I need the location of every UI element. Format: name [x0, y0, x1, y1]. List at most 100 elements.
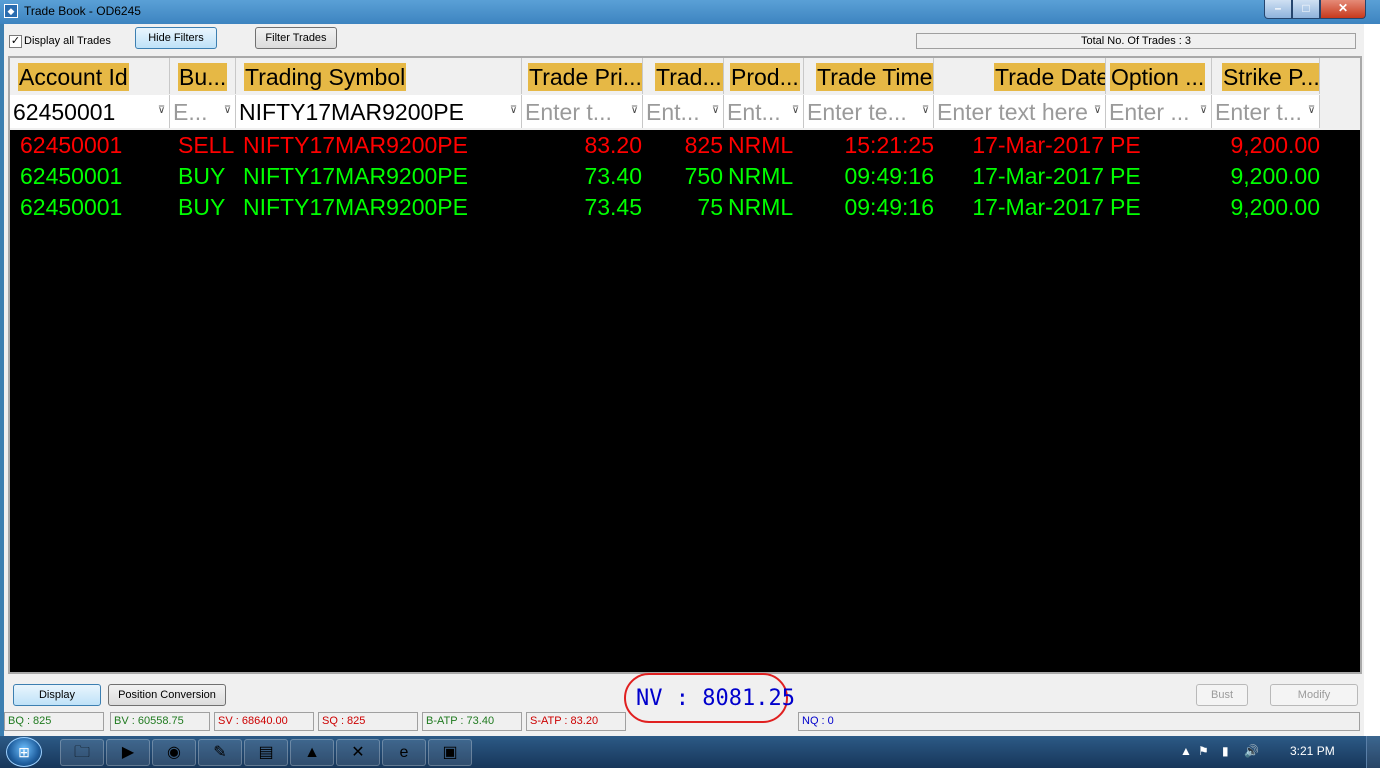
table-row[interactable]: 62450001 BUY NIFTY17MAR9200PE 73.40 750 NRML 0…	[10, 161, 1360, 192]
filter-input-trade-qty[interactable]: Ent... ⊽	[643, 95, 724, 128]
cell-trade-date: 17-Mar-2017	[972, 163, 1104, 189]
show-desktop-button[interactable]	[1366, 736, 1380, 768]
start-button[interactable]: ⊞	[6, 737, 42, 767]
filter-input-strike-price[interactable]: Enter t... ⊽	[1212, 95, 1320, 128]
status-batp: B-ATP : 73.40	[422, 712, 522, 731]
table-row[interactable]: 62450001 BUY NIFTY17MAR9200PE 73.45 75 NRML 09…	[10, 192, 1360, 223]
filter-input-trading-symbol[interactable]: NIFTY17MAR9200PE ⊽	[236, 95, 522, 128]
cell-account-id: 62450001	[20, 163, 123, 189]
cell-strike-price: 9,200.00	[1230, 132, 1320, 158]
filter-text: Ent...	[727, 99, 781, 125]
column-header-account-id[interactable]: Account Id	[10, 58, 170, 94]
cell-account-id: 62450001	[20, 194, 123, 220]
bust-button[interactable]: Bust	[1196, 684, 1248, 706]
hide-filters-button[interactable]: Hide Filters	[135, 27, 217, 49]
status-sq: SQ : 825	[318, 712, 418, 731]
cell-strike-price: 9,200.00	[1230, 163, 1320, 189]
filter-input-trade-price[interactable]: Enter t... ⊽	[522, 95, 643, 128]
column-header-label: Option ...	[1110, 63, 1206, 91]
filter-text: Enter text here	[937, 99, 1088, 125]
filter-text: E...	[173, 99, 208, 125]
column-header-buy-sell[interactable]: Bu...	[170, 58, 236, 94]
trading-app-icon[interactable]: ▣	[428, 739, 472, 766]
table-row[interactable]: 62450001 SELL NIFTY17MAR9200PE 83.20 825 NRML…	[10, 130, 1360, 161]
filter-input-trade-time[interactable]: Enter te... ⊽	[804, 95, 934, 128]
status-nq: NQ : 0	[798, 712, 1360, 731]
filter-input-product[interactable]: Ent... ⊽	[724, 95, 804, 128]
filter-funnel-icon[interactable]: ⊽	[508, 105, 519, 117]
trade-book-window: ✓ Display all Trades Hide Filters Filter…	[4, 24, 1364, 736]
window-controls: – □ ✕	[1264, 0, 1366, 19]
filter-funnel-icon[interactable]: ⊽	[156, 105, 167, 117]
total-trades-count: Total No. Of Trades : 3	[916, 33, 1356, 49]
display-button[interactable]: Display	[13, 684, 101, 706]
title-bar: ◆ Trade Book - OD6245 – □ ✕	[0, 0, 1380, 24]
cell-option-type: PE	[1110, 194, 1141, 220]
display-all-label: Display all Trades	[24, 35, 111, 47]
tray-expand-icon[interactable]: ▲	[1180, 744, 1192, 758]
grid-header-row: Account Id Bu... Trading Symbol Trade Pri..…	[10, 58, 1360, 94]
column-header-trade-date[interactable]: Trade Date	[934, 58, 1106, 94]
app-icon: ◆	[4, 4, 18, 18]
column-header-trade-qty[interactable]: Trad...	[643, 58, 724, 94]
cell-trade-price: 73.45	[584, 194, 642, 220]
cell-trading-symbol: NIFTY17MAR9200PE	[243, 132, 468, 158]
column-header-trade-time[interactable]: Trade Time	[804, 58, 934, 94]
cell-trade-qty: 750	[684, 163, 723, 189]
minimize-button[interactable]: –	[1264, 0, 1292, 19]
cell-strike-price: 9,200.00	[1230, 194, 1320, 220]
media-player-icon[interactable]: ▶	[106, 739, 150, 766]
cell-trade-date: 17-Mar-2017	[972, 194, 1104, 220]
internet-explorer-icon[interactable]: e	[382, 739, 426, 766]
filter-funnel-icon[interactable]: ⊽	[629, 105, 640, 117]
column-header-label: Account Id	[18, 63, 129, 91]
cell-buy-sell: BUY	[178, 163, 226, 189]
column-header-product[interactable]: Prod...	[724, 58, 804, 94]
filter-funnel-icon[interactable]: ⊽	[920, 105, 931, 117]
clock[interactable]: 3:21 PM	[1290, 744, 1335, 758]
app-icon-1[interactable]: ✎	[198, 739, 242, 766]
filter-funnel-icon[interactable]: ⊽	[1306, 105, 1317, 117]
app-icon-2[interactable]: ▤	[244, 739, 288, 766]
filter-funnel-icon[interactable]: ⊽	[1198, 105, 1209, 117]
display-all-checkbox[interactable]: ✓	[9, 35, 22, 48]
position-conversion-button[interactable]: Position Conversion	[108, 684, 226, 706]
explorer-icon[interactable]: 🗀	[60, 739, 104, 766]
filter-input-option-type[interactable]: Enter ... ⊽	[1106, 95, 1212, 128]
modify-button[interactable]: Modify	[1270, 684, 1358, 706]
network-icon[interactable]: ▮	[1222, 744, 1229, 758]
column-header-option-type[interactable]: Option ...	[1106, 58, 1212, 94]
cell-product: NRML	[728, 194, 794, 220]
maximize-button[interactable]: □	[1292, 0, 1320, 19]
action-center-icon[interactable]: ⚑	[1198, 744, 1209, 758]
cell-trade-price: 73.40	[584, 163, 642, 189]
status-bq: BQ : 825	[4, 712, 104, 731]
excel-icon[interactable]: ✕	[336, 739, 380, 766]
cell-buy-sell: BUY	[178, 194, 226, 220]
column-header-label: Bu...	[178, 63, 228, 91]
filter-funnel-icon[interactable]: ⊽	[222, 105, 233, 117]
filter-funnel-icon[interactable]: ⊽	[1092, 105, 1103, 117]
cell-account-id: 62450001	[20, 132, 123, 158]
status-satp: S-ATP : 83.20	[526, 712, 626, 731]
filter-input-trade-date[interactable]: Enter text here ⊽	[934, 95, 1106, 128]
cell-trade-qty: 825	[684, 132, 723, 158]
close-button[interactable]: ✕	[1320, 0, 1366, 19]
filter-funnel-icon[interactable]: ⊽	[790, 105, 801, 117]
app-icon-3[interactable]: ▲	[290, 739, 334, 766]
trade-grid: Account Id Bu... Trading Symbol Trade Pri..…	[8, 56, 1362, 674]
chrome-icon[interactable]: ◉	[152, 739, 196, 766]
filter-input-buy-sell[interactable]: E... ⊽	[170, 95, 236, 128]
volume-icon[interactable]: 🔊	[1244, 744, 1259, 758]
column-header-trading-symbol[interactable]: Trading Symbol	[236, 58, 522, 94]
filter-text: NIFTY17MAR9200PE	[239, 99, 464, 125]
filter-funnel-icon[interactable]: ⊽	[710, 105, 721, 117]
column-header-label: Trad...	[655, 63, 723, 91]
column-header-label: Trade Time	[816, 63, 933, 91]
column-header-strike-price[interactable]: Strike P...	[1212, 58, 1320, 94]
filter-input-account-id[interactable]: 62450001 ⊽	[10, 95, 170, 128]
column-header-trade-price[interactable]: Trade Pri...	[522, 58, 643, 94]
cell-trading-symbol: NIFTY17MAR9200PE	[243, 163, 468, 189]
cell-option-type: PE	[1110, 132, 1141, 158]
filter-trades-button[interactable]: Filter Trades	[255, 27, 337, 49]
